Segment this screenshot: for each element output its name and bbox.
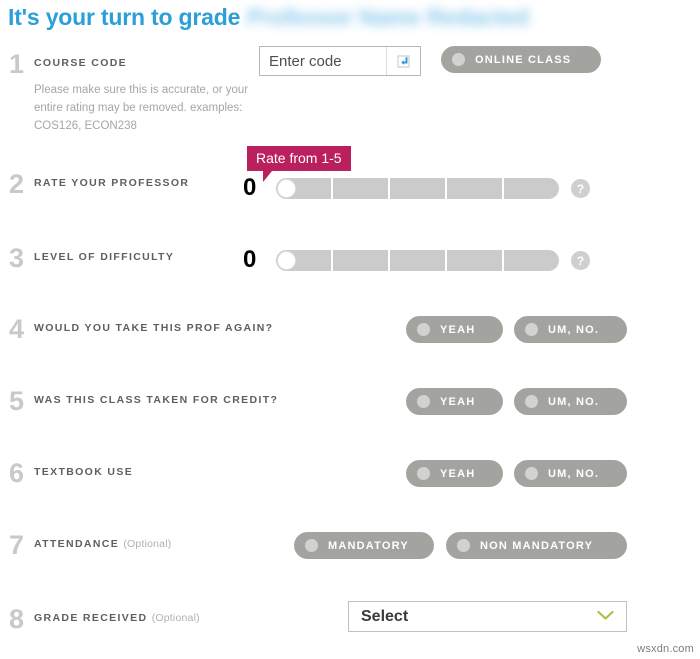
attendance-non-mandatory-label: NON MANDATORY xyxy=(480,539,594,552)
rate-from-tooltip: Rate from 1-5 xyxy=(247,146,351,182)
attendance-label-text: ATTENDANCE xyxy=(34,538,120,550)
watermark: wsxdn.com xyxy=(637,643,694,655)
toggle-dot xyxy=(417,323,430,336)
question-label-level-of-difficulty: LEVEL OF DIFFICULTY xyxy=(34,251,175,263)
level-of-difficulty-help-icon[interactable]: ? xyxy=(571,251,590,270)
slider-segment[interactable] xyxy=(333,178,390,199)
course-code-field-wrapper[interactable] xyxy=(259,46,421,76)
question-label-attendance: ATTENDANCE (Optional) xyxy=(34,534,171,554)
online-class-button[interactable]: ONLINE CLASS xyxy=(441,46,601,73)
textbook-use-no-button[interactable]: UM, NO. xyxy=(514,460,627,487)
taken-for-credit-no-button[interactable]: UM, NO. xyxy=(514,388,627,415)
online-class-label: ONLINE CLASS xyxy=(475,53,572,66)
page-title-prefix: It's your turn to grade xyxy=(8,4,241,30)
toggle-dot xyxy=(525,323,538,336)
question-number-6: 6 xyxy=(9,458,25,488)
attendance-mandatory-button[interactable]: MANDATORY xyxy=(294,532,434,559)
attendance-non-mandatory-button[interactable]: NON MANDATORY xyxy=(446,532,627,559)
taken-for-credit-yes-label: YEAH xyxy=(440,395,476,408)
slider-segment[interactable] xyxy=(447,178,504,199)
question-label-grade-received: GRADE RECEIVED (Optional) xyxy=(34,608,200,628)
take-prof-again-yes-label: YEAH xyxy=(440,323,476,336)
rate-professor-help-icon[interactable]: ? xyxy=(571,179,590,198)
question-label-rate-professor: RATE YOUR PROFESSOR xyxy=(34,177,190,189)
take-prof-again-no-label: UM, NO. xyxy=(548,323,600,336)
question-label-taken-for-credit: WAS THIS CLASS TAKEN FOR CREDIT? xyxy=(34,394,279,406)
grade-received-label-text: GRADE RECEIVED xyxy=(34,612,148,624)
rate-professor-slider-knob[interactable] xyxy=(277,179,296,198)
slider-segment[interactable] xyxy=(504,178,559,199)
attendance-mandatory-label: MANDATORY xyxy=(328,539,409,552)
taken-for-credit-no-label: UM, NO. xyxy=(548,395,600,408)
rating-form-page: It's your turn to grade Professor Name R… xyxy=(0,0,700,659)
slider-segment[interactable] xyxy=(390,250,447,271)
rate-professor-value: 0 xyxy=(243,174,257,201)
course-code-helper-text: Please make sure this is accurate, or yo… xyxy=(34,84,249,132)
question-label-take-prof-again: WOULD YOU TAKE THIS PROF AGAIN? xyxy=(34,322,274,334)
enter-arrow-icon[interactable] xyxy=(387,47,420,75)
toggle-dot xyxy=(457,539,470,552)
rate-from-tooltip-text: Rate from 1-5 xyxy=(256,150,342,166)
grade-received-selected-value: Select xyxy=(361,607,409,625)
question-number-4: 4 xyxy=(9,314,25,344)
online-class-toggle-dot xyxy=(452,53,465,66)
question-number-3: 3 xyxy=(9,243,25,273)
chevron-down-icon[interactable] xyxy=(597,608,614,626)
toggle-dot xyxy=(525,395,538,408)
page-title: It's your turn to grade Professor Name R… xyxy=(8,4,529,31)
take-prof-again-no-button[interactable]: UM, NO. xyxy=(514,316,627,343)
help-icon-glyph: ? xyxy=(576,181,585,196)
level-of-difficulty-slider-knob[interactable] xyxy=(277,251,296,270)
taken-for-credit-yes-button[interactable]: YEAH xyxy=(406,388,503,415)
toggle-dot xyxy=(417,395,430,408)
course-code-input[interactable] xyxy=(260,47,386,75)
take-prof-again-yes-button[interactable]: YEAH xyxy=(406,316,503,343)
rate-professor-slider-track[interactable] xyxy=(276,178,559,199)
toggle-dot xyxy=(305,539,318,552)
professor-name-redacted: Professor Name Redacted xyxy=(247,4,529,30)
question-number-5: 5 xyxy=(9,386,25,416)
slider-segment[interactable] xyxy=(333,250,390,271)
help-icon-glyph: ? xyxy=(576,253,585,268)
question-label-textbook-use: TEXTBOOK USE xyxy=(34,466,134,478)
attendance-optional-tag: (Optional) xyxy=(123,538,172,550)
toggle-dot xyxy=(525,467,538,480)
question-number-1: 1 xyxy=(9,49,25,79)
question-label-course-code: COURSE CODE xyxy=(34,57,128,69)
textbook-use-yes-button[interactable]: YEAH xyxy=(406,460,503,487)
slider-segment[interactable] xyxy=(390,178,447,199)
level-of-difficulty-value: 0 xyxy=(243,246,257,273)
question-number-7: 7 xyxy=(9,530,25,560)
question-number-2: 2 xyxy=(9,169,25,199)
level-of-difficulty-slider-track[interactable] xyxy=(276,250,559,271)
textbook-use-no-label: UM, NO. xyxy=(548,467,600,480)
textbook-use-yes-label: YEAH xyxy=(440,467,476,480)
toggle-dot xyxy=(417,467,430,480)
grade-received-optional-tag: (Optional) xyxy=(151,612,200,624)
grade-received-select[interactable]: Select xyxy=(348,601,627,632)
question-number-8: 8 xyxy=(9,604,25,634)
slider-segment[interactable] xyxy=(447,250,504,271)
slider-segment[interactable] xyxy=(504,250,559,271)
